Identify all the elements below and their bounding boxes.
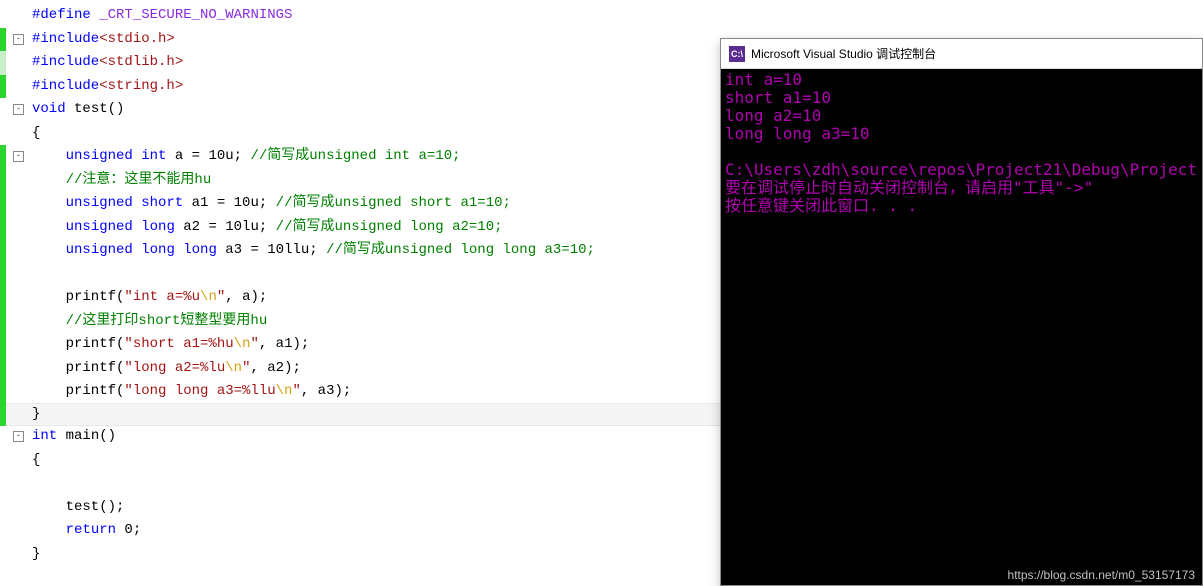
change-marker <box>0 403 6 427</box>
code-text[interactable]: #include<stdlib.h> <box>28 51 183 75</box>
change-marker <box>0 263 6 287</box>
change-marker <box>0 51 6 75</box>
code-text[interactable]: { <box>28 449 40 473</box>
console-title-text: Microsoft Visual Studio 调试控制台 <box>751 45 936 62</box>
gutter[interactable]: - <box>0 431 28 442</box>
code-text[interactable]: #define _CRT_SECURE_NO_WARNINGS <box>28 4 292 28</box>
code-text[interactable]: return 0; <box>28 519 141 543</box>
code-text[interactable]: } <box>28 403 40 427</box>
fold-toggle-icon[interactable]: - <box>13 151 24 162</box>
gutter[interactable]: - <box>0 151 28 162</box>
fold-toggle-icon[interactable]: - <box>13 104 24 115</box>
change-marker <box>0 75 6 99</box>
code-text[interactable]: } <box>28 543 40 567</box>
code-text[interactable]: unsigned int a = 10u; //简写成unsigned int … <box>28 145 461 169</box>
code-text[interactable]: unsigned long a2 = 10lu; //简写成unsigned l… <box>28 216 503 240</box>
watermark: https://blog.csdn.net/m0_53157173 <box>1008 568 1195 582</box>
change-marker <box>0 145 6 169</box>
change-marker <box>0 28 6 52</box>
change-marker <box>0 169 6 193</box>
console-line: int a=10 <box>725 71 1198 89</box>
console-line: 要在调试停止时自动关闭控制台，请启用"工具"->" <box>725 179 1198 197</box>
console-line: long a2=10 <box>725 107 1198 125</box>
change-marker <box>0 216 6 240</box>
code-text[interactable]: void test() <box>28 98 124 122</box>
console-titlebar[interactable]: C:\ Microsoft Visual Studio 调试控制台 <box>721 39 1202 69</box>
code-text[interactable]: test(); <box>28 496 124 520</box>
console-output[interactable]: int a=10short a1=10long a2=10long long a… <box>721 69 1202 585</box>
fold-toggle-icon[interactable]: - <box>13 34 24 45</box>
gutter[interactable]: - <box>0 34 28 45</box>
debug-console-window[interactable]: C:\ Microsoft Visual Studio 调试控制台 int a=… <box>720 38 1203 586</box>
change-marker <box>0 357 6 381</box>
change-marker <box>0 380 6 404</box>
code-text[interactable]: unsigned long long a3 = 10llu; //简写成unsi… <box>28 239 595 263</box>
console-line: short a1=10 <box>725 89 1198 107</box>
code-text[interactable]: printf("short a1=%hu\n", a1); <box>28 333 309 357</box>
console-line: 按任意键关闭此窗口. . . <box>725 197 1198 215</box>
code-text[interactable]: //注意：这里不能用hu <box>28 169 211 193</box>
code-text[interactable]: int main() <box>28 425 116 449</box>
code-text[interactable]: #include<stdio.h> <box>28 28 175 52</box>
gutter[interactable]: - <box>0 104 28 115</box>
code-text[interactable]: printf("int a=%u\n", a); <box>28 286 267 310</box>
vs-icon: C:\ <box>729 46 745 62</box>
code-text[interactable]: unsigned short a1 = 10u; //简写成unsigned s… <box>28 192 511 216</box>
fold-toggle-icon[interactable]: - <box>13 431 24 442</box>
change-marker <box>0 333 6 357</box>
console-line: C:\Users\zdh\source\repos\Project21\Debu… <box>725 161 1198 179</box>
code-text[interactable]: printf("long a2=%lu\n", a2); <box>28 357 301 381</box>
code-text[interactable]: { <box>28 122 40 146</box>
change-marker <box>0 286 6 310</box>
change-marker <box>0 192 6 216</box>
console-line <box>725 143 1198 161</box>
code-text[interactable]: //这里打印short短整型要用hu <box>28 310 267 334</box>
code-text[interactable]: #include<string.h> <box>28 75 183 99</box>
code-line[interactable]: #define _CRT_SECURE_NO_WARNINGS <box>0 4 1203 28</box>
change-marker <box>0 310 6 334</box>
console-line: long long a3=10 <box>725 125 1198 143</box>
code-text[interactable]: printf("long long a3=%llu\n", a3); <box>28 380 351 404</box>
change-marker <box>0 239 6 263</box>
